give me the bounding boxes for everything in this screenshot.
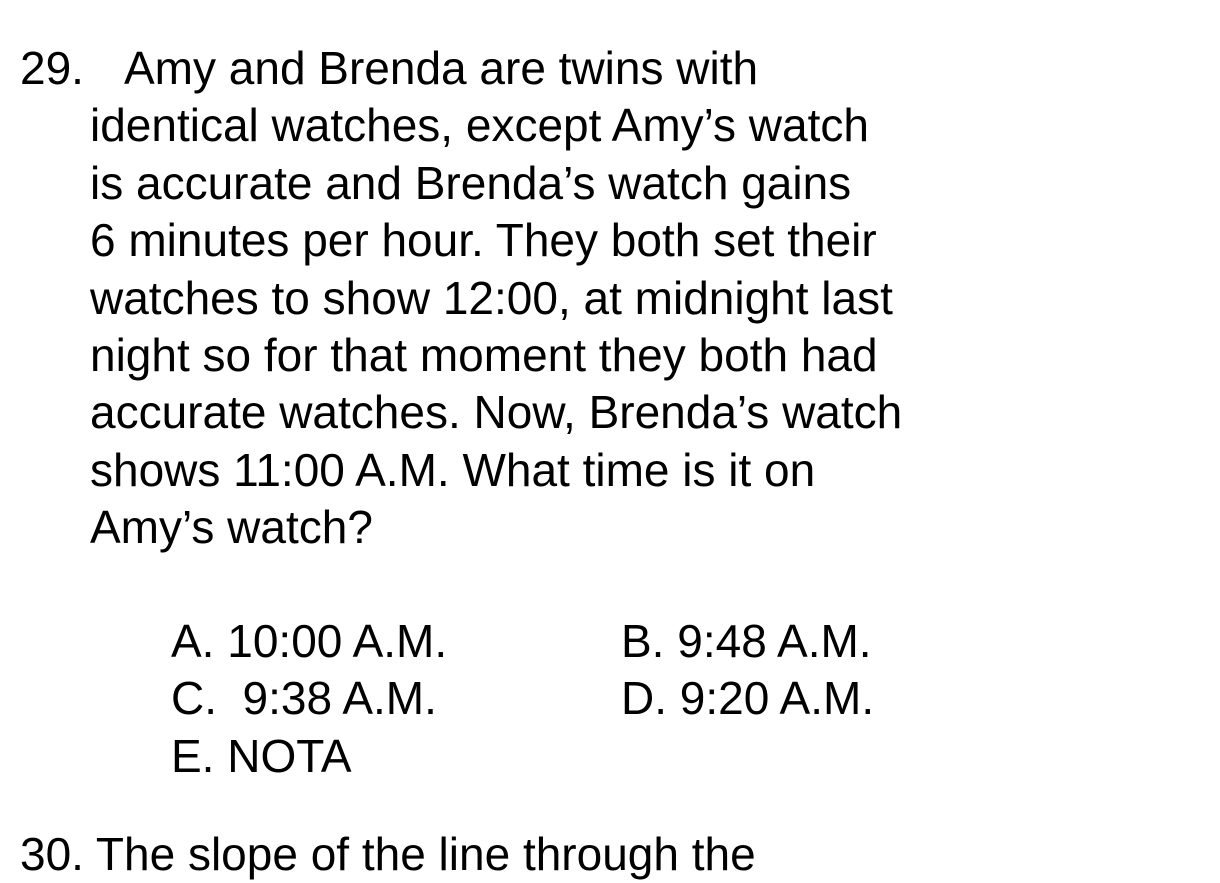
answer-choices: A. 10:00 A.M. B. 9:48 A.M. C. 9:38 A.M. … [171,613,874,785]
question-number: 29. [20,42,84,94]
question-text-line-4: 6 minutes per hour. They both set their [90,214,877,267]
question-text-line-6: night so for that moment they both had [90,329,878,382]
question-text-line-9: Amy’s watch? [90,501,373,554]
choice-e: E. NOTA [171,729,352,782]
choice-row-3: E. NOTA [171,728,874,785]
question-text-line-1: Amy and Brenda are twins with [124,42,759,94]
question-text-line-7: accurate watches. Now, Brenda’s watch [90,386,903,439]
question-text-line-5: watches to show 12:00, at midnight last [90,271,893,324]
choice-b: B. 9:48 A.M. [621,615,872,667]
choice-row-2: C. 9:38 A.M. D. 9:20 A.M. [171,670,874,727]
choice-d: D. 9:20 A.M. [621,672,875,725]
choice-a: A. 10:00 A.M. [171,615,448,667]
choice-c: C. 9:38 A.M. [171,672,437,725]
question-first-line: 29. Amy and Brenda are twins with [20,40,1020,97]
question-text-line-2: identical watches, except Amy’s watch [90,99,869,152]
question-29: 29. Amy and Brenda are twins with identi… [20,40,1020,557]
question-text-line-3: is accurate and Brenda’s watch gains [90,156,852,209]
question-text-line-8: shows 11:00 A.M. What time is it on [90,443,816,496]
choice-row-1: A. 10:00 A.M. B. 9:48 A.M. [171,613,874,670]
